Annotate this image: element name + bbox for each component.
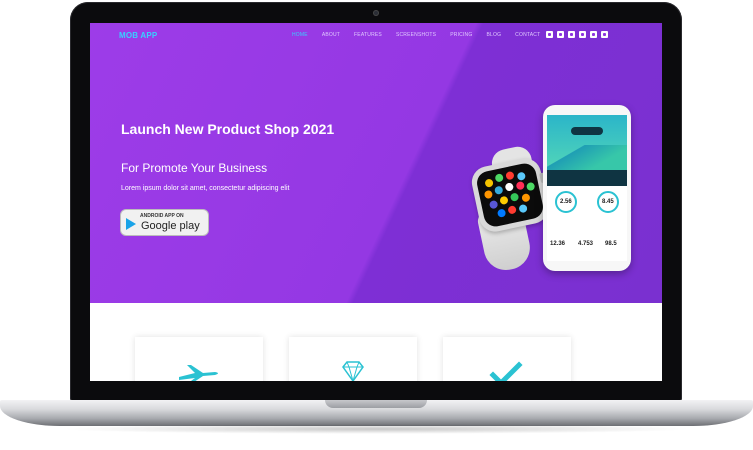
checkmark-icon — [489, 361, 523, 381]
phone-stat: 98.5 — [605, 241, 617, 247]
instagram-icon[interactable] — [568, 31, 575, 38]
hero-description: Lorem ipsum dolor sit amet, consectetur … — [121, 185, 290, 192]
store-badge-small: ANDROID APP ON — [140, 213, 184, 219]
phone-screen: 2.56 8.45 12.36 4.753 98.5 — [547, 115, 627, 261]
hero-subtitle: For Promote Your Business — [121, 161, 268, 175]
nav-contact[interactable]: CONTACT — [515, 32, 540, 38]
google-play-button[interactable]: ANDROID APP ON Google play — [120, 209, 209, 236]
laptop-screen: MOB APP HOME ABOUT FEATURES SCREENSHOTS … — [90, 23, 662, 381]
play-store-icon — [126, 218, 136, 230]
hero-section: MOB APP HOME ABOUT FEATURES SCREENSHOTS … — [90, 23, 662, 303]
feature-card — [443, 337, 571, 381]
smartphone-image: 2.56 8.45 12.36 4.753 98.5 — [543, 105, 631, 271]
skype-icon[interactable] — [601, 31, 608, 38]
pinterest-icon[interactable] — [579, 31, 586, 38]
feature-card — [289, 337, 417, 381]
main-nav: HOME ABOUT FEATURES SCREENSHOTS PRICING … — [292, 32, 554, 38]
nav-blog[interactable]: BLOG — [486, 32, 501, 38]
nav-pricing[interactable]: PRICING — [450, 32, 472, 38]
store-badge-big: Google play — [141, 220, 200, 232]
hero-title: Launch New Product Shop 2021 — [121, 121, 335, 137]
social-links — [546, 31, 608, 38]
phone-stat: 4.753 — [578, 241, 594, 247]
phone-stat: 8.45 — [602, 199, 614, 205]
facebook-icon[interactable] — [546, 31, 553, 38]
phone-stat: 2.56 — [560, 199, 572, 205]
site-logo[interactable]: MOB APP — [119, 31, 157, 40]
nav-home[interactable]: HOME — [292, 32, 308, 38]
airplane-icon — [179, 365, 218, 381]
feature-card — [135, 337, 263, 381]
youtube-icon[interactable] — [590, 31, 597, 38]
phone-stat: 12.36 — [550, 241, 566, 247]
camera-icon — [373, 10, 379, 16]
features-section — [90, 303, 662, 381]
smartwatch-image — [468, 155, 552, 235]
nav-features[interactable]: FEATURES — [354, 32, 382, 38]
laptop-notch — [325, 400, 427, 408]
nav-about[interactable]: ABOUT — [322, 32, 340, 38]
diamond-icon — [342, 361, 364, 381]
nav-screenshots[interactable]: SCREENSHOTS — [396, 32, 436, 38]
watch-face — [474, 161, 546, 229]
twitter-icon[interactable] — [557, 31, 564, 38]
